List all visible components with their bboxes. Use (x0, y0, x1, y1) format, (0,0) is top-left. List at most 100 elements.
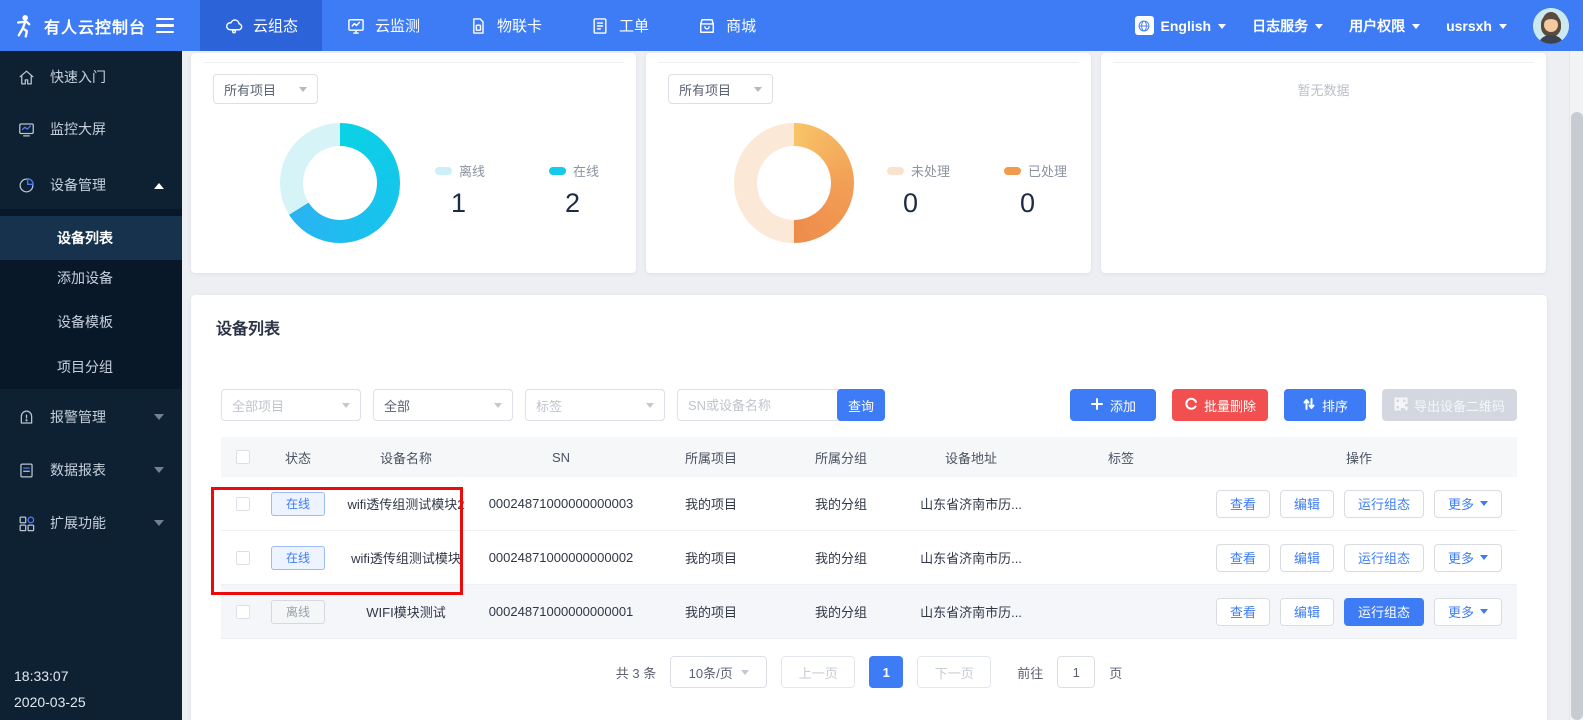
usr-logo-icon (10, 12, 38, 40)
chevron-down-icon (154, 467, 164, 478)
run-config-button[interactable]: 运行组态 (1344, 490, 1424, 518)
online-swatch (549, 167, 566, 175)
next-page-button[interactable]: 下一页 (917, 656, 991, 688)
sidebar-item-device-template[interactable]: 设备模板 (0, 300, 182, 344)
query-button[interactable]: 查询 (837, 389, 885, 421)
tab-iot-card[interactable]: 物联卡 (444, 0, 566, 51)
goto-page-input[interactable] (1057, 656, 1095, 688)
sidebar-item-alarm-management[interactable]: 报警管理 (0, 395, 182, 439)
view-button[interactable]: 查看 (1216, 544, 1270, 572)
sidebar-item-extensions[interactable]: 扩展功能 (0, 501, 182, 545)
edit-button[interactable]: 编辑 (1280, 598, 1334, 626)
tag-filter-select[interactable]: 标签 (525, 389, 665, 421)
unhandled-swatch (887, 167, 904, 175)
filter-bar: 全部项目 全部 标签 (221, 389, 857, 421)
tab-cloud-config[interactable]: 云组态 (200, 0, 322, 51)
sidebar-time: 18:33:07 (14, 668, 69, 684)
scrollbar-thumb[interactable] (1571, 112, 1583, 720)
project-filter-select[interactable]: 全部项目 (221, 389, 361, 421)
chevron-up-icon (154, 178, 164, 189)
avatar[interactable] (1533, 8, 1569, 44)
sidebar-item-quick-start[interactable]: 快速入门 (0, 55, 182, 99)
sidebar-item-project-group[interactable]: 项目分组 (0, 345, 182, 389)
more-button[interactable]: 更多 (1434, 490, 1502, 518)
cloud-icon (224, 16, 244, 36)
toolbar: 添加 批量删除 排序 导出设备二维码 (1070, 389, 1517, 421)
sidebar: 快速入门 监控大屏 设备管理 设备列表 添加设备 设备模板 项目分组 报警管理 … (0, 51, 182, 720)
select-all-checkbox[interactable] (236, 450, 250, 464)
topbar: 有人云控制台 云组态 云监测 物联卡 工单 商城 English (0, 0, 1583, 51)
more-button[interactable]: 更多 (1434, 598, 1502, 626)
legend-online: 在线 2 (549, 161, 659, 219)
batch-delete-button[interactable]: 批量删除 (1172, 389, 1268, 421)
run-config-button[interactable]: 运行组态 (1344, 544, 1424, 572)
prev-page-button[interactable]: 上一页 (781, 656, 855, 688)
report-icon (17, 461, 36, 480)
chevron-down-icon (1412, 24, 1420, 33)
device-status-card: 所有项目 离线 1 在线 2 (191, 53, 636, 273)
row-checkbox[interactable] (236, 497, 250, 511)
log-service-dropdown[interactable]: 日志服务 (1252, 16, 1323, 36)
page-unit-label: 页 (1109, 663, 1122, 682)
run-config-button[interactable]: 运行组态 (1344, 598, 1424, 626)
chevron-down-icon (494, 403, 502, 412)
export-qr-button: 导出设备二维码 (1382, 389, 1517, 421)
view-button[interactable]: 查看 (1216, 490, 1270, 518)
edit-button[interactable]: 编辑 (1280, 490, 1334, 518)
project-filter-select-2[interactable]: 所有项目 (668, 74, 773, 104)
user-permission-dropdown[interactable]: 用户权限 (1349, 16, 1420, 36)
project-filter-select-1[interactable]: 所有项目 (213, 74, 318, 104)
row-checkbox[interactable] (236, 605, 250, 619)
alarm-status-donut-chart (734, 123, 854, 243)
sidebar-item-add-device[interactable]: 添加设备 (0, 256, 182, 300)
page-1-button[interactable]: 1 (869, 656, 903, 688)
main-content: 所有项目 离线 1 在线 2 所有项目 未处理 0 已处理 0 (182, 51, 1569, 720)
brand-title: 有人云控制台 (44, 14, 146, 38)
status-filter-select[interactable]: 全部 (373, 389, 513, 421)
monitor-chart-icon (346, 16, 366, 36)
view-button[interactable]: 查看 (1216, 598, 1270, 626)
chevron-down-icon (754, 87, 762, 96)
scrollbar-track[interactable] (1569, 51, 1583, 720)
sort-button[interactable]: 排序 (1284, 389, 1366, 421)
status-badge: 在线 (271, 492, 325, 516)
chevron-down-icon (342, 403, 350, 412)
unhandled-count: 0 (903, 188, 997, 219)
table-row: 离线 WIFI模块测试 00024871000000000001 我的项目 我的… (221, 585, 1517, 639)
sidebar-item-data-report[interactable]: 数据报表 (0, 448, 182, 492)
legend-unhandled: 未处理 0 (887, 161, 997, 219)
no-data-text: 暂无数据 (1101, 80, 1546, 99)
language-dropdown[interactable]: English (1135, 16, 1227, 35)
hamburger-menu-icon[interactable] (156, 18, 174, 34)
chevron-down-icon (1480, 555, 1488, 564)
row-checkbox[interactable] (236, 551, 250, 565)
alarm-bell-icon (17, 408, 36, 427)
sidebar-item-monitor-screen[interactable]: 监控大屏 (0, 107, 182, 151)
edit-button[interactable]: 编辑 (1280, 544, 1334, 572)
sort-arrows-icon (1302, 397, 1316, 414)
chevron-down-icon (1499, 24, 1507, 33)
big-screen-icon (17, 120, 36, 139)
tab-work-order[interactable]: 工单 (566, 0, 673, 51)
globe-icon (1135, 16, 1154, 35)
chevron-down-icon (299, 87, 307, 96)
device-name: wifi透传组测试模块2 (331, 494, 481, 513)
sidebar-item-device-list[interactable]: 设备列表 (0, 216, 182, 260)
more-button[interactable]: 更多 (1434, 544, 1502, 572)
page-title: 设备列表 (216, 315, 280, 339)
add-button[interactable]: 添加 (1070, 389, 1156, 421)
page-size-select[interactable]: 10条/页 (670, 656, 767, 688)
table-header: 状态 设备名称 SN 所属项目 所属分组 设备地址 标签 操作 (221, 437, 1517, 477)
goto-label: 前往 (1017, 663, 1043, 682)
chevron-down-icon (646, 403, 654, 412)
username-dropdown[interactable]: usrsxh (1446, 18, 1507, 34)
status-badge: 离线 (271, 600, 325, 624)
tab-cloud-monitor[interactable]: 云监测 (322, 0, 444, 51)
device-status-donut-chart (280, 123, 400, 243)
tab-mall[interactable]: 商城 (673, 0, 780, 51)
device-sn: 00024871000000000001 (481, 604, 641, 619)
device-name: WIFI模块测试 (331, 602, 481, 621)
search-input[interactable] (677, 389, 857, 421)
plus-icon (1090, 397, 1104, 414)
sidebar-item-device-management[interactable]: 设备管理 (0, 163, 182, 207)
